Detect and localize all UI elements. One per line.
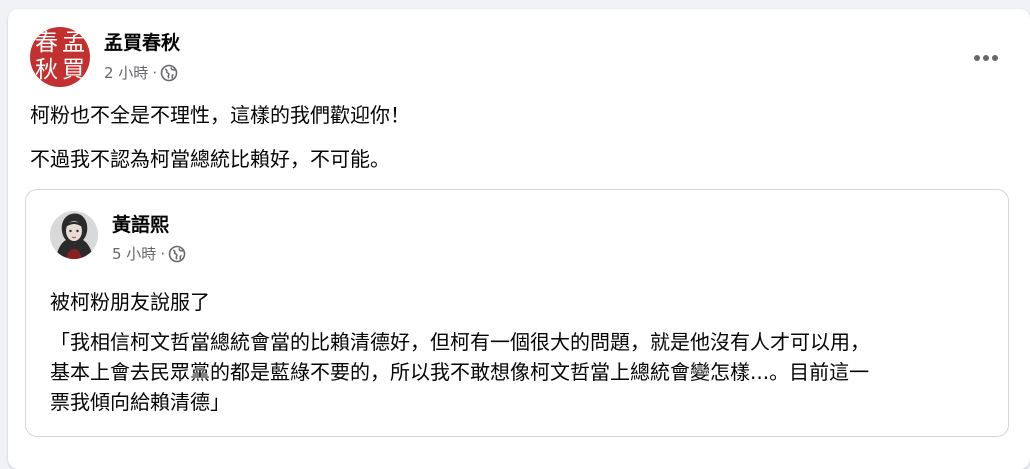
shared-post-text-line: 票我傾向給賴清德」 — [50, 390, 230, 414]
avatar-char: 買 — [62, 57, 85, 83]
post-meta: 2 小時 · — [104, 63, 178, 83]
shared-post-timestamp[interactable]: 5 小時 — [112, 244, 156, 264]
post-text-line: 不過我不認為柯當總統比賴好，不可能。 — [30, 147, 390, 171]
shared-post-meta: 5 小時 · — [112, 244, 186, 264]
avatar-logo: 春 孟 秋 買 — [33, 30, 87, 84]
avatar-char: 秋 — [35, 57, 58, 83]
shared-author-avatar[interactable] — [50, 211, 98, 259]
more-options-icon[interactable] — [974, 55, 998, 61]
separator-dot: · — [160, 245, 166, 263]
more-dot — [992, 55, 998, 61]
more-dot — [983, 55, 989, 61]
post-header: 春 孟 秋 買 孟買春秋 2 小時 · — [30, 27, 1030, 91]
post-timestamp[interactable]: 2 小時 — [104, 63, 148, 83]
globe-icon[interactable] — [160, 64, 178, 82]
avatar-char: 孟 — [62, 30, 85, 56]
post-text-line: 柯粉也不全是不理性，這樣的我們歡迎你！ — [30, 103, 410, 127]
post-card: 春 孟 秋 買 孟買春秋 2 小時 · 柯粉也不全是不理性，這樣的我們歡迎你！ … — [8, 9, 1030, 469]
globe-icon[interactable] — [168, 245, 186, 263]
avatar-char: 春 — [35, 30, 58, 56]
separator-dot: · — [152, 64, 158, 82]
more-dot — [974, 55, 980, 61]
shared-post-text-line: 基本上會去民眾黨的都是藍綠不要的，所以我不敢想像柯文哲當上總統會變怎樣...。目… — [50, 360, 870, 384]
shared-post[interactable]: 黃語熙 5 小時 · 被柯粉朋友說服了 「我相信柯文哲當總統會當的比賴清德好，但… — [25, 189, 1009, 437]
shared-post-text-line: 「我相信柯文哲當總統會當的比賴清德好，但柯有一個很大的問題，就是他沒有人才可以用… — [50, 330, 870, 354]
page-avatar[interactable]: 春 孟 秋 買 — [30, 27, 90, 87]
page-name[interactable]: 孟買春秋 — [104, 31, 180, 55]
shared-author-name[interactable]: 黃語熙 — [112, 213, 169, 237]
shared-post-text-line: 被柯粉朋友說服了 — [50, 290, 210, 314]
